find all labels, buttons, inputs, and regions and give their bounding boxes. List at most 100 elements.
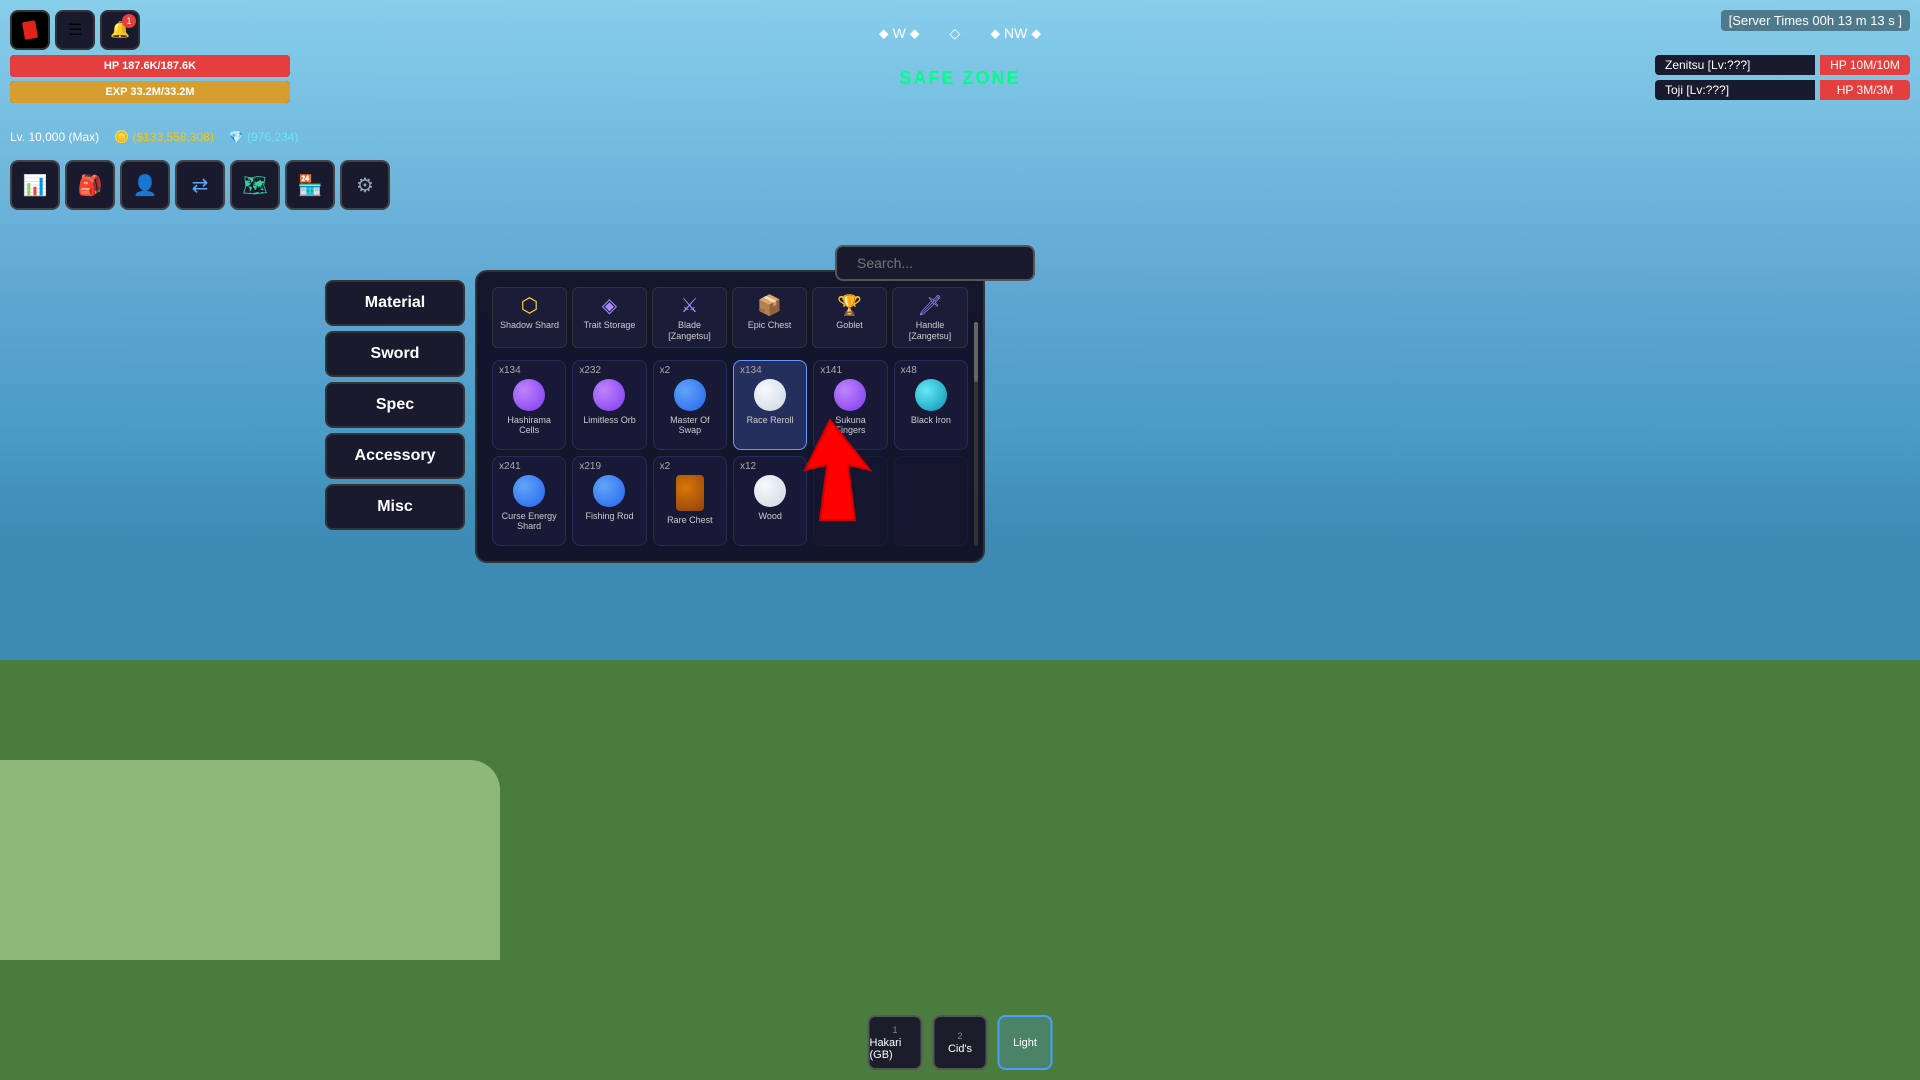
menu-item-sword[interactable]: Sword bbox=[325, 331, 465, 377]
character-icon: 👤 bbox=[133, 173, 158, 198]
compass-west: ⬥ W ⬥ bbox=[879, 25, 920, 42]
black-iron-label: Black Iron bbox=[911, 415, 951, 426]
enemy-bar-toji: Toji [Lv:???] HP 3M/3M bbox=[1655, 80, 1910, 100]
inventory-grid: x134 Hashirama Cells x232 Limitless Orb … bbox=[492, 360, 968, 546]
toolbar-shop[interactable]: 🏪 bbox=[285, 160, 335, 210]
swap-icon: ⇄ bbox=[192, 173, 209, 198]
trait-storage-icon: ◈ bbox=[602, 293, 617, 318]
notification-button[interactable]: 🔔 1 bbox=[100, 10, 140, 50]
epic-chest-icon: 📦 bbox=[757, 293, 782, 318]
item-limitless-orb[interactable]: x232 Limitless Orb bbox=[572, 360, 646, 450]
race-reroll-count: x134 bbox=[740, 365, 762, 376]
rare-chest-label: Rare Chest bbox=[667, 515, 713, 526]
rare-chest-count: x2 bbox=[660, 461, 671, 472]
roblox-icons: ☰ 🔔 1 bbox=[10, 10, 140, 50]
search-input[interactable] bbox=[835, 245, 1035, 281]
wood-icon bbox=[754, 475, 786, 507]
menu-item-misc[interactable]: Misc bbox=[325, 484, 465, 530]
hotbar-slot-light[interactable]: Light bbox=[998, 1015, 1053, 1070]
player-gems: 💎 (976,234) bbox=[229, 130, 299, 144]
item-hashirama-cells[interactable]: x134 Hashirama Cells bbox=[492, 360, 566, 450]
toolbar-character[interactable]: 👤 bbox=[120, 160, 170, 210]
item-master-of-swap[interactable]: x2 Master Of Swap bbox=[653, 360, 727, 450]
item-wood[interactable]: x12 Wood bbox=[733, 456, 807, 546]
menu-item-spec[interactable]: Spec bbox=[325, 382, 465, 428]
wood-count: x12 bbox=[740, 461, 756, 472]
item-rare-chest[interactable]: x2 Rare Chest bbox=[653, 456, 727, 546]
race-reroll-icon bbox=[754, 379, 786, 411]
master-of-swap-count: x2 bbox=[660, 365, 671, 376]
limitless-orb-count: x232 bbox=[579, 365, 601, 376]
shadow-shard-label: Shadow Shard bbox=[500, 320, 559, 331]
player-gold: 🪙 ($133,558,308) bbox=[114, 130, 214, 144]
fishing-rod-count: x219 bbox=[579, 461, 601, 472]
slot-2-label: Cid's bbox=[948, 1043, 972, 1055]
map-icon: 🗺 bbox=[242, 173, 267, 198]
quickbar-blade-zangetsu[interactable]: ⚔ Blade [Zangetsu] bbox=[652, 287, 727, 348]
black-iron-icon bbox=[915, 379, 947, 411]
menu-item-material[interactable]: Material bbox=[325, 280, 465, 326]
hp-text: HP 187.6K/187.6K bbox=[104, 60, 196, 72]
quickbar-epic-chest[interactable]: 📦 Epic Chest bbox=[732, 287, 807, 348]
goblet-label: Goblet bbox=[836, 320, 863, 331]
slot-light-label: Light bbox=[1013, 1037, 1037, 1049]
rare-chest-icon bbox=[676, 475, 704, 511]
item-sukuna-fingers[interactable]: x141 Sukuna Fingers bbox=[813, 360, 887, 450]
player-info: Lv. 10,000 (Max) 🪙 ($133,558,308) 💎 (976… bbox=[10, 130, 299, 144]
quickbar-shadow-shard[interactable]: ⬡ Shadow Shard bbox=[492, 287, 567, 348]
toolbar-inventory[interactable]: 🎒 bbox=[65, 160, 115, 210]
hashirama-cells-label: Hashirama Cells bbox=[499, 415, 559, 437]
compass-diamond: ◇ bbox=[950, 25, 961, 42]
hotbar-slot-2[interactable]: 2 Cid's bbox=[933, 1015, 988, 1070]
toolbar: 📊 🎒 👤 ⇄ 🗺 🏪 ⚙ bbox=[10, 160, 390, 210]
blade-zangetsu-icon: ⚔ bbox=[681, 293, 699, 318]
compass-northwest: ⬥ NW ⬥ bbox=[990, 25, 1041, 42]
search-bar bbox=[835, 245, 1035, 281]
quickbar-goblet[interactable]: 🏆 Goblet bbox=[812, 287, 887, 348]
slot-1-label: Hakari (GB) bbox=[870, 1037, 921, 1061]
sukuna-fingers-label: Sukuna Fingers bbox=[820, 415, 880, 437]
item-curse-energy-shard[interactable]: x241 Curse Energy Shard bbox=[492, 456, 566, 546]
handle-zangetsu-icon: 🗡 bbox=[917, 293, 942, 318]
item-empty-1 bbox=[813, 456, 887, 546]
black-iron-count: x48 bbox=[901, 365, 917, 376]
exp-text: EXP 33.2M/33.2M bbox=[105, 86, 194, 98]
quickbar-handle-zangetsu[interactable]: 🗡 Handle [Zangetsu] bbox=[892, 287, 968, 348]
item-fishing-rod[interactable]: x219 Fishing Rod bbox=[572, 456, 646, 546]
toolbar-swap[interactable]: ⇄ bbox=[175, 160, 225, 210]
menu-item-accessory[interactable]: Accessory bbox=[325, 433, 465, 479]
curse-energy-count: x241 bbox=[499, 461, 521, 472]
goblet-icon: 🏆 bbox=[837, 293, 862, 318]
stat-bars: HP 187.6K/187.6K EXP 33.2M/33.2M bbox=[10, 55, 290, 107]
left-menu: Material Sword Spec Accessory Misc bbox=[325, 280, 465, 530]
curse-energy-icon bbox=[513, 475, 545, 507]
inventory-icon: 🎒 bbox=[78, 173, 103, 198]
hashirama-cells-icon bbox=[513, 379, 545, 411]
toolbar-settings[interactable]: ⚙ bbox=[340, 160, 390, 210]
quickbar: ⬡ Shadow Shard ◈ Trait Storage ⚔ Blade [… bbox=[492, 287, 968, 348]
enemy-name-toji: Toji [Lv:???] bbox=[1655, 80, 1815, 100]
item-race-reroll[interactable]: x134 Race Reroll bbox=[733, 360, 807, 450]
item-black-iron[interactable]: x48 Black Iron bbox=[894, 360, 968, 450]
roblox-icon bbox=[19, 19, 41, 41]
enemy-name-zenitsu: Zenitsu [Lv:???] bbox=[1655, 55, 1815, 75]
quickbar-trait-storage[interactable]: ◈ Trait Storage bbox=[572, 287, 647, 348]
enemy-bars: Zenitsu [Lv:???] HP 10M/10M Toji [Lv:???… bbox=[1655, 55, 1910, 100]
curse-energy-label: Curse Energy Shard bbox=[499, 511, 559, 533]
exp-bar: EXP 33.2M/33.2M bbox=[10, 81, 290, 103]
menu-button[interactable]: ☰ bbox=[55, 10, 95, 50]
inventory-panel: ⬡ Shadow Shard ◈ Trait Storage ⚔ Blade [… bbox=[475, 270, 985, 563]
shop-icon: 🏪 bbox=[298, 173, 323, 198]
toolbar-map[interactable]: 🗺 bbox=[230, 160, 280, 210]
player-level: Lv. 10,000 (Max) bbox=[10, 130, 99, 144]
hotbar-slot-1[interactable]: 1 Hakari (GB) bbox=[868, 1015, 923, 1070]
roblox-logo[interactable] bbox=[10, 10, 50, 50]
toolbar-stats[interactable]: 📊 bbox=[10, 160, 60, 210]
inventory-scrollbar[interactable] bbox=[974, 322, 978, 546]
sukuna-fingers-count: x141 bbox=[820, 365, 842, 376]
compass: ⬥ W ⬥ ◇ ⬥ NW ⬥ bbox=[879, 25, 1041, 42]
enemy-hp-toji: HP 3M/3M bbox=[1820, 80, 1910, 100]
inventory-scroll-thumb bbox=[974, 322, 978, 382]
enemy-bar-zenitsu: Zenitsu [Lv:???] HP 10M/10M bbox=[1655, 55, 1910, 75]
item-empty-2 bbox=[894, 456, 968, 546]
